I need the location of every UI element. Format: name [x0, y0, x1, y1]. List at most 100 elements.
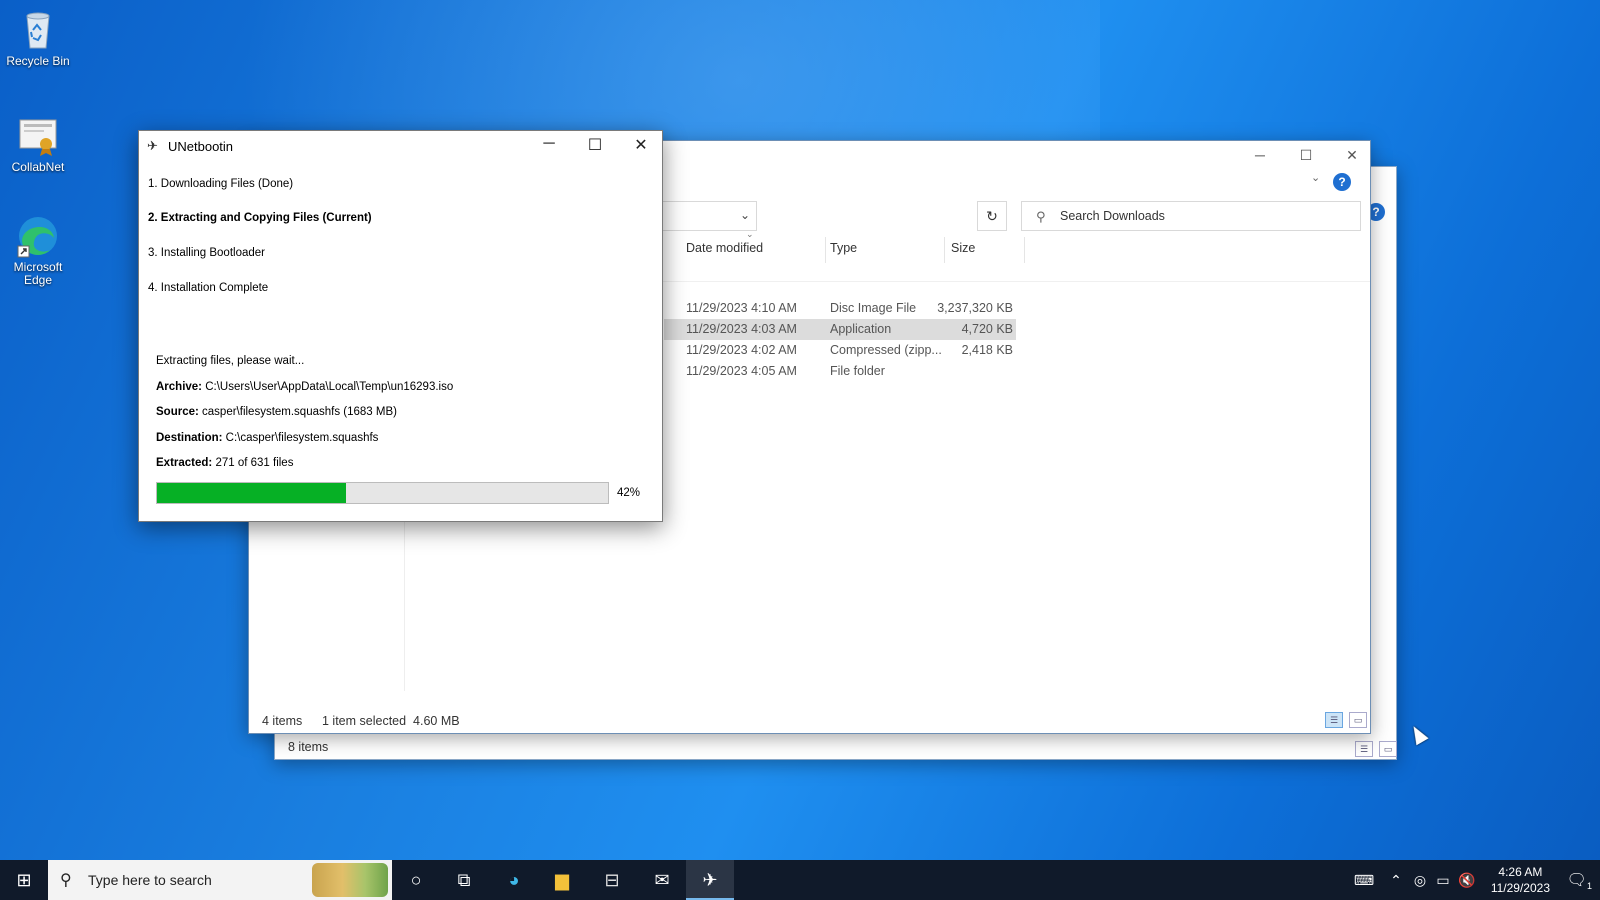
details-view-icon[interactable]: ☰	[1355, 741, 1373, 757]
source-label: Source:	[156, 406, 199, 418]
unetbootin-icon[interactable]: ✈	[686, 860, 734, 900]
column-divider[interactable]	[944, 237, 945, 263]
keyboard-icon[interactable]: ⌨	[1350, 860, 1378, 900]
minimize-icon[interactable]: ─	[535, 135, 563, 153]
desktop-icon-label: CollabNet	[11, 160, 65, 174]
search-icon: ⚲	[1036, 209, 1046, 224]
archive-line: Archive: C:\Users\User\AppData\Local\Tem…	[156, 381, 453, 393]
unetbootin-icon: ✈	[147, 138, 158, 153]
search-input[interactable]: ⚲ Search Downloads	[1021, 201, 1361, 231]
file-date: 11/29/2023 4:03 AM	[686, 322, 797, 336]
column-size[interactable]: Size	[951, 241, 975, 255]
task-view-icon[interactable]: ⧉	[440, 860, 488, 900]
step-extracting: 2. Extracting and Copying Files (Current…	[148, 212, 372, 224]
help-icon[interactable]: ?	[1333, 173, 1351, 191]
destination-value: C:\casper\filesystem.squashfs	[225, 432, 379, 444]
source-value: casper\filesystem.squashfs (1683 MB)	[202, 406, 397, 418]
file-date: 11/29/2023 4:10 AM	[686, 301, 797, 315]
search-placeholder: Search Downloads	[1060, 209, 1165, 223]
desktop-icon-label: Microsoft Edge	[13, 260, 63, 287]
progress-percent: 42%	[617, 487, 641, 499]
view-switcher[interactable]: ☰ ▭	[1355, 741, 1397, 757]
file-type: Application	[830, 322, 892, 336]
status-text: Extracting files, please wait...	[156, 355, 305, 367]
desktop-icon-recycle-bin[interactable]: Recycle Bin	[2, 8, 74, 68]
large-icons-view-icon[interactable]: ▭	[1349, 712, 1367, 728]
clock-date: 11/29/2023	[1490, 881, 1550, 895]
column-divider[interactable]	[1024, 237, 1025, 263]
expand-ribbon-icon[interactable]: ⌄	[1311, 171, 1320, 184]
column-type[interactable]: Type	[830, 241, 857, 255]
notification-count: 1	[1586, 881, 1592, 892]
cortana-icon[interactable]: ○	[392, 860, 440, 900]
view-switcher[interactable]: ☰ ▭	[1325, 712, 1367, 728]
desktop-icon-collabnet[interactable]: CollabNet	[2, 114, 74, 174]
file-row[interactable]: 11/29/2023 4:05 AM File folder	[664, 361, 1016, 382]
maximize-icon[interactable]: ☐	[581, 135, 609, 155]
desktop-icon-edge[interactable]: Microsoft Edge	[2, 214, 74, 287]
file-date: 11/29/2023 4:05 AM	[686, 364, 797, 378]
file-type: Disc Image File	[830, 301, 917, 315]
destination-label: Destination:	[156, 432, 223, 444]
close-icon[interactable]: ✕	[627, 135, 655, 155]
edge-icon[interactable]: ◕	[490, 860, 538, 900]
file-size: 4,720 KB	[961, 322, 1013, 336]
taskbar-search-placeholder: Type here to search	[88, 872, 212, 888]
clock[interactable]: 4:26 AM 11/29/2023	[1491, 864, 1550, 896]
maximize-icon[interactable]: ☐	[1298, 147, 1314, 164]
certificate-icon	[19, 119, 57, 156]
show-hidden-icons-icon[interactable]: ⌃	[1386, 860, 1406, 900]
file-type: File folder	[830, 364, 885, 378]
archive-value: C:\Users\User\AppData\Local\Temp\un16293…	[205, 381, 454, 393]
archive-label: Archive:	[156, 381, 203, 393]
clock-time: 4:26 AM	[1498, 865, 1543, 879]
desktop-icon-label: Recycle Bin	[6, 54, 70, 68]
close-icon[interactable]: ✕	[1344, 147, 1360, 164]
window-controls: ─ ☐ ✕	[1252, 147, 1360, 164]
mouse-cursor	[1407, 722, 1429, 746]
source-line: Source: casper\filesystem.squashfs (1683…	[156, 406, 397, 418]
file-row-selected[interactable]: 11/29/2023 4:03 AM Application 4,720 KB	[664, 319, 1016, 340]
dialog-title: UNetbootin	[168, 139, 234, 154]
step-bootloader: 3. Installing Bootloader	[148, 247, 265, 259]
unetbootin-dialog[interactable]: ✈ UNetbootin ─ ☐ ✕ 1. Downloading Files …	[138, 130, 663, 522]
column-date-modified[interactable]: Date modified	[686, 241, 763, 255]
search-highlight-image	[312, 863, 388, 897]
chevron-down-icon[interactable]: ⌄	[740, 208, 750, 222]
status-item-count: 8 items	[288, 740, 329, 754]
minimize-icon[interactable]: ─	[1252, 147, 1268, 164]
progress-fill	[157, 483, 347, 503]
notification-center-icon[interactable]: 🗨1	[1567, 870, 1592, 891]
file-type: Compressed (zipp...	[830, 343, 942, 357]
dialog-titlebar[interactable]: ✈ UNetbootin ─ ☐ ✕	[139, 131, 662, 161]
destination-line: Destination: C:\casper\filesystem.squash…	[156, 432, 378, 444]
taskbar-search[interactable]: ⚲ Type here to search	[48, 860, 392, 900]
sort-indicator-icon: ⌄	[746, 229, 754, 239]
status-selection: 1 item selected 4.60 MB	[322, 714, 460, 728]
edge-icon	[17, 217, 57, 258]
large-icons-view-icon[interactable]: ▭	[1379, 741, 1397, 757]
taskbar: ⊞ ⚲ Type here to search ○ ⧉ ◕ ▆ ⊟ ✉ ✈ ⌨ …	[0, 860, 1600, 900]
file-date: 11/29/2023 4:02 AM	[686, 343, 797, 357]
details-view-icon[interactable]: ☰	[1325, 712, 1343, 728]
step-downloading: 1. Downloading Files (Done)	[148, 178, 294, 190]
mail-icon[interactable]: ✉	[638, 860, 686, 900]
volume-muted-icon[interactable]: 🔇	[1456, 860, 1478, 900]
recycle-bin-icon	[26, 12, 50, 49]
file-row[interactable]: 11/29/2023 4:10 AM Disc Image File 3,237…	[664, 298, 1016, 319]
store-icon[interactable]: ⊟	[588, 860, 636, 900]
column-divider[interactable]	[825, 237, 826, 263]
extracted-label: Extracted:	[156, 457, 213, 469]
meet-now-icon[interactable]: ◎	[1410, 860, 1430, 900]
status-item-count: 4 items	[262, 714, 303, 728]
file-size: 2,418 KB	[961, 343, 1013, 357]
refresh-icon[interactable]: ↻	[977, 201, 1007, 231]
extracted-value: 271 of 631 files	[215, 457, 294, 469]
windows-start-icon[interactable]: ⊞	[0, 860, 48, 900]
file-row[interactable]: 11/29/2023 4:02 AM Compressed (zipp... 2…	[664, 340, 1016, 361]
network-icon[interactable]: ▭	[1432, 860, 1454, 900]
extracted-line: Extracted: 271 of 631 files	[156, 457, 293, 469]
file-explorer-icon[interactable]: ▆	[538, 860, 586, 900]
progress-bar	[156, 482, 609, 504]
step-complete: 4. Installation Complete	[148, 282, 269, 294]
